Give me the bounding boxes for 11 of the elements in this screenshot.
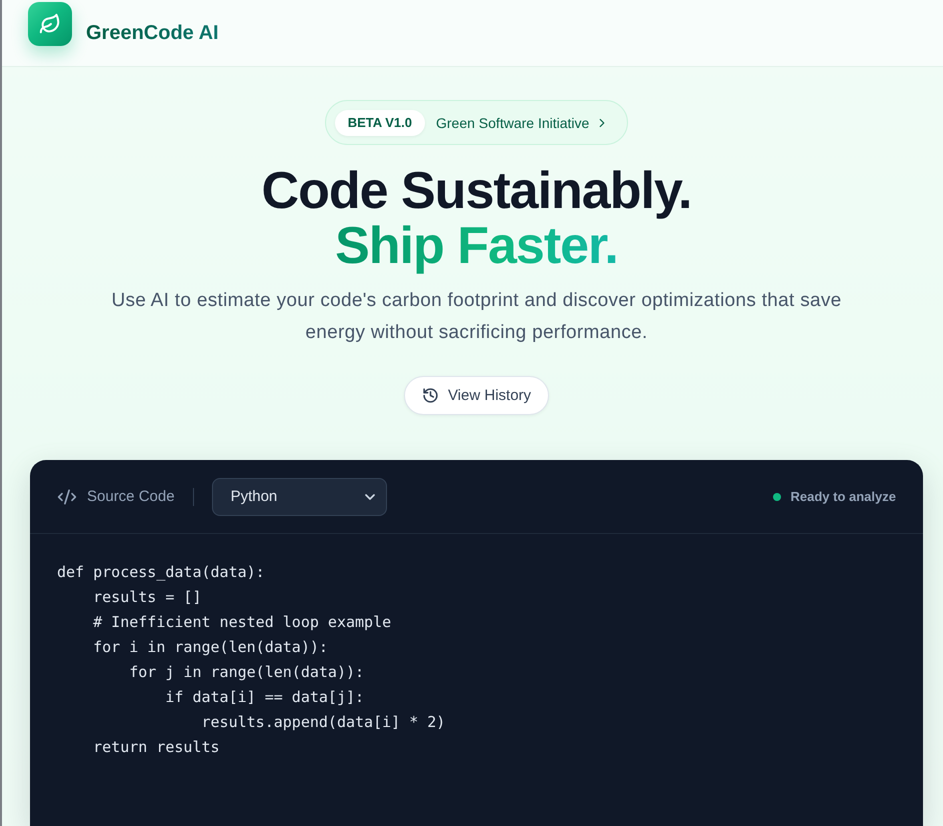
status-text: Ready to analyze xyxy=(790,489,896,504)
editor-title: Source Code xyxy=(87,488,175,505)
code-text: def process_data(data): results = [] # Inefficient nested loop example for i in range(len(data)): for j in range(len(data)): if data[i] == data[j]: results.append(data[i] * 2) return results xyxy=(57,562,446,758)
code-icon xyxy=(57,486,77,506)
language-select[interactable]: Python xyxy=(212,478,387,516)
hero-description: Use AI to estimate your code's carbon footprint and discover optimizations that save energy without sacrificing performance. xyxy=(110,289,843,345)
announcement-link[interactable]: BETA V1.0 Green Software Initiative xyxy=(324,100,628,145)
view-history-button[interactable]: View History xyxy=(404,376,550,415)
beta-badge: BETA V1.0 xyxy=(334,110,425,136)
history-icon xyxy=(422,387,439,404)
hero-title: Code Sustainably. xyxy=(262,164,692,219)
